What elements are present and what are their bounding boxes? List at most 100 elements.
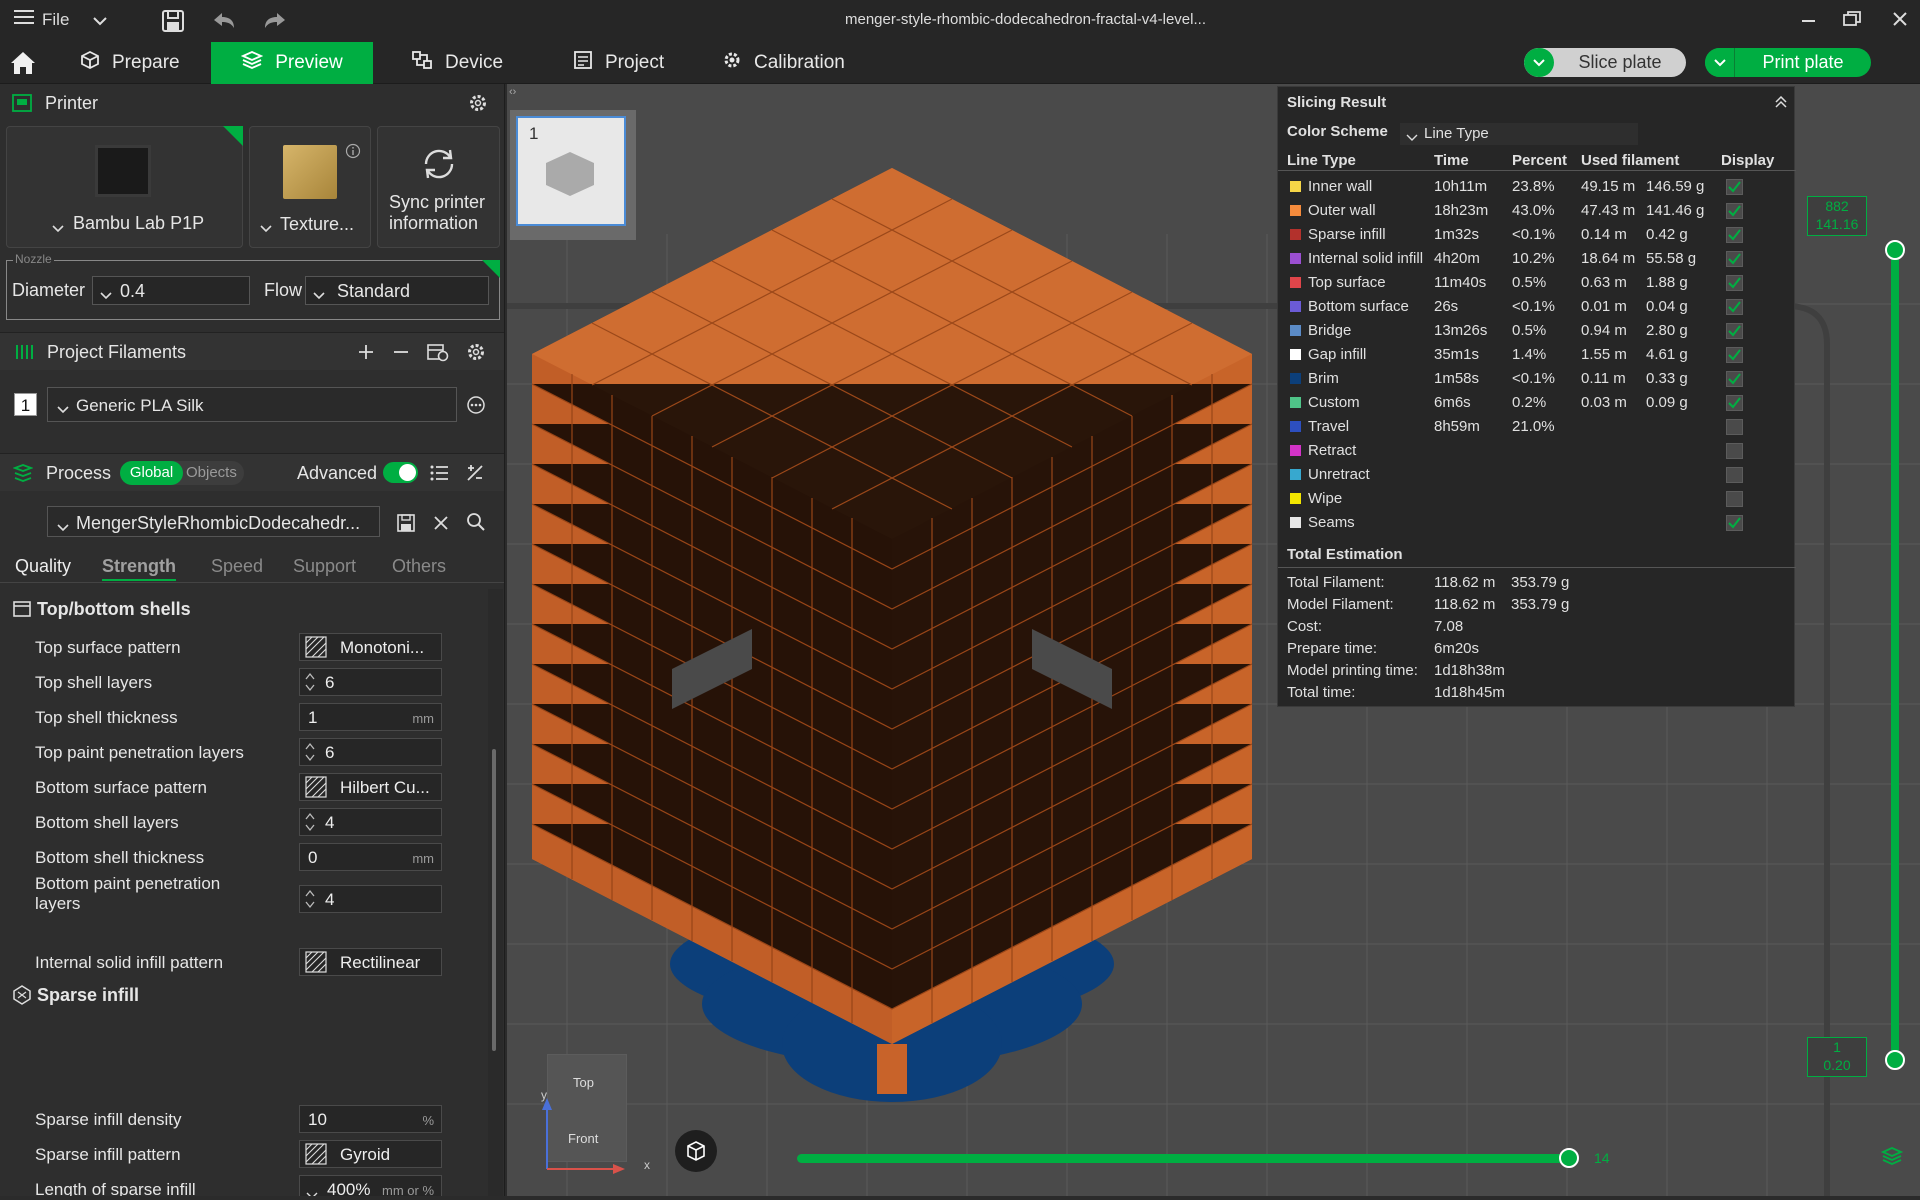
printer-card[interactable]: Bambu Lab P1P: [6, 126, 243, 248]
layers-view-icon[interactable]: [1880, 1146, 1904, 1171]
setting-input[interactable]: Rectilinear: [299, 948, 442, 976]
layer-bottom-handle[interactable]: [1885, 1050, 1905, 1070]
display-checkbox[interactable]: [1726, 203, 1743, 219]
tab-strength[interactable]: Strength: [102, 556, 176, 581]
tab-preview[interactable]: Preview: [211, 42, 373, 84]
line-type-swatch: [1290, 301, 1301, 312]
move-slider[interactable]: 14: [797, 1146, 1797, 1170]
display-checkbox[interactable]: [1726, 251, 1743, 267]
line-type-g: 0.33 g: [1646, 370, 1688, 387]
display-checkbox[interactable]: [1726, 419, 1743, 435]
setting-input[interactable]: Monotoni...: [299, 633, 442, 661]
setting-input[interactable]: 4: [299, 808, 442, 836]
advanced-toggle[interactable]: [383, 462, 418, 483]
file-menu[interactable]: File: [14, 9, 69, 30]
close-icon[interactable]: [1892, 11, 1908, 32]
spinner-icon[interactable]: [305, 811, 315, 838]
tab-speed[interactable]: Speed: [211, 556, 263, 577]
color-scheme-select[interactable]: Line Type: [1400, 123, 1638, 145]
sync-printer-button[interactable]: Sync printer information: [377, 126, 500, 248]
collapse-sidebar-icon[interactable]: ‹›: [509, 86, 516, 98]
printer-settings-icon[interactable]: [468, 93, 488, 118]
home-icon[interactable]: [10, 50, 36, 81]
search-icon[interactable]: [466, 512, 486, 537]
undo-icon[interactable]: [212, 10, 236, 37]
collapse-icon[interactable]: [1774, 95, 1788, 112]
setting-input[interactable]: 0 mm: [299, 843, 442, 871]
display-checkbox[interactable]: [1726, 467, 1743, 483]
remove-icon[interactable]: [392, 343, 410, 366]
compare-icon[interactable]: [465, 463, 485, 488]
display-checkbox[interactable]: [1726, 179, 1743, 195]
minimize-icon[interactable]: [1802, 12, 1816, 32]
flow-select[interactable]: Standard: [305, 276, 489, 305]
filament-sync-icon[interactable]: [427, 342, 449, 367]
display-checkbox[interactable]: [1726, 275, 1743, 291]
setting-input[interactable]: Hilbert Cu...: [299, 773, 442, 801]
reset-view-icon[interactable]: [675, 1130, 717, 1172]
filament-index[interactable]: 1: [14, 393, 37, 416]
layer-top-handle[interactable]: [1885, 240, 1905, 260]
tab-calibration[interactable]: Calibration: [722, 42, 845, 84]
spinner-icon[interactable]: [305, 888, 315, 915]
more-icon[interactable]: [466, 395, 486, 420]
tab-project[interactable]: Project: [573, 42, 664, 84]
line-type-row: Internal solid infill 4h20m 10.2% 18.64 m 55…: [1278, 247, 1796, 271]
redo-icon[interactable]: [263, 10, 287, 37]
setting-input[interactable]: 400% mm or %: [299, 1175, 442, 1196]
tab-prepare[interactable]: Prepare: [80, 42, 180, 84]
tab-quality[interactable]: Quality: [15, 556, 71, 577]
print-plate-button[interactable]: Print plate: [1705, 48, 1871, 77]
add-icon[interactable]: [357, 343, 375, 366]
tab-others[interactable]: Others: [392, 556, 446, 577]
display-checkbox[interactable]: [1726, 515, 1743, 531]
display-checkbox[interactable]: [1726, 443, 1743, 459]
display-checkbox[interactable]: [1726, 347, 1743, 363]
scope-global[interactable]: Global: [120, 461, 183, 485]
setting-input[interactable]: Gyroid: [299, 1140, 442, 1168]
spinner-icon[interactable]: [305, 741, 315, 768]
setting-input[interactable]: 1 mm: [299, 703, 442, 731]
setting-input[interactable]: 10%: [299, 1105, 442, 1133]
line-type-m: 1.55 m: [1581, 346, 1627, 363]
display-checkbox[interactable]: [1726, 227, 1743, 243]
filament-settings-icon[interactable]: [466, 342, 486, 367]
line-type-swatch: [1290, 325, 1301, 336]
setting-input[interactable]: 6: [299, 738, 442, 766]
chevron-down-icon: [312, 286, 326, 306]
preset-select[interactable]: MengerStyleRhombicDodecahedr...: [47, 506, 380, 537]
display-checkbox[interactable]: [1726, 491, 1743, 507]
setting-input[interactable]: 4: [299, 885, 442, 913]
setting-input[interactable]: 6: [299, 668, 442, 696]
plate-thumbnail[interactable]: 1: [510, 110, 636, 240]
restore-icon[interactable]: [1843, 11, 1861, 32]
display-checkbox[interactable]: [1726, 395, 1743, 411]
scrollbar-thumb[interactable]: [492, 749, 496, 1051]
slice-plate-button[interactable]: Slice plate: [1524, 48, 1686, 77]
reset-preset-icon[interactable]: [432, 514, 450, 537]
plate-card[interactable]: Texture...: [249, 126, 371, 248]
setting-label: Sparse infill density: [35, 1110, 182, 1129]
chevron-down-icon[interactable]: [306, 1185, 318, 1196]
display-checkbox[interactable]: [1726, 323, 1743, 339]
scope-objects[interactable]: Objects: [186, 461, 237, 485]
layer-slider-track: [1891, 248, 1899, 1058]
spinner-icon[interactable]: [305, 671, 315, 698]
diameter-select[interactable]: 0.4: [92, 276, 250, 305]
filament-select[interactable]: Generic PLA Silk: [47, 387, 457, 422]
slice-dropdown-icon[interactable]: [1524, 48, 1554, 77]
move-slider-handle[interactable]: [1559, 1148, 1579, 1168]
tab-support[interactable]: Support: [293, 556, 356, 577]
info-icon[interactable]: [345, 143, 361, 164]
tab-device[interactable]: Device: [411, 42, 503, 84]
list-icon[interactable]: [430, 464, 450, 487]
layer-slider[interactable]: [1881, 234, 1911, 1134]
display-checkbox[interactable]: [1726, 299, 1743, 315]
sidebar-scrollbar[interactable]: [488, 589, 503, 1196]
display-checkbox[interactable]: [1726, 371, 1743, 387]
scope-toggle[interactable]: Global Objects: [120, 461, 244, 485]
save-preset-icon[interactable]: [397, 514, 415, 537]
chevron-down-icon[interactable]: [92, 12, 108, 32]
save-icon[interactable]: [161, 9, 185, 38]
print-dropdown-icon[interactable]: [1705, 48, 1735, 77]
